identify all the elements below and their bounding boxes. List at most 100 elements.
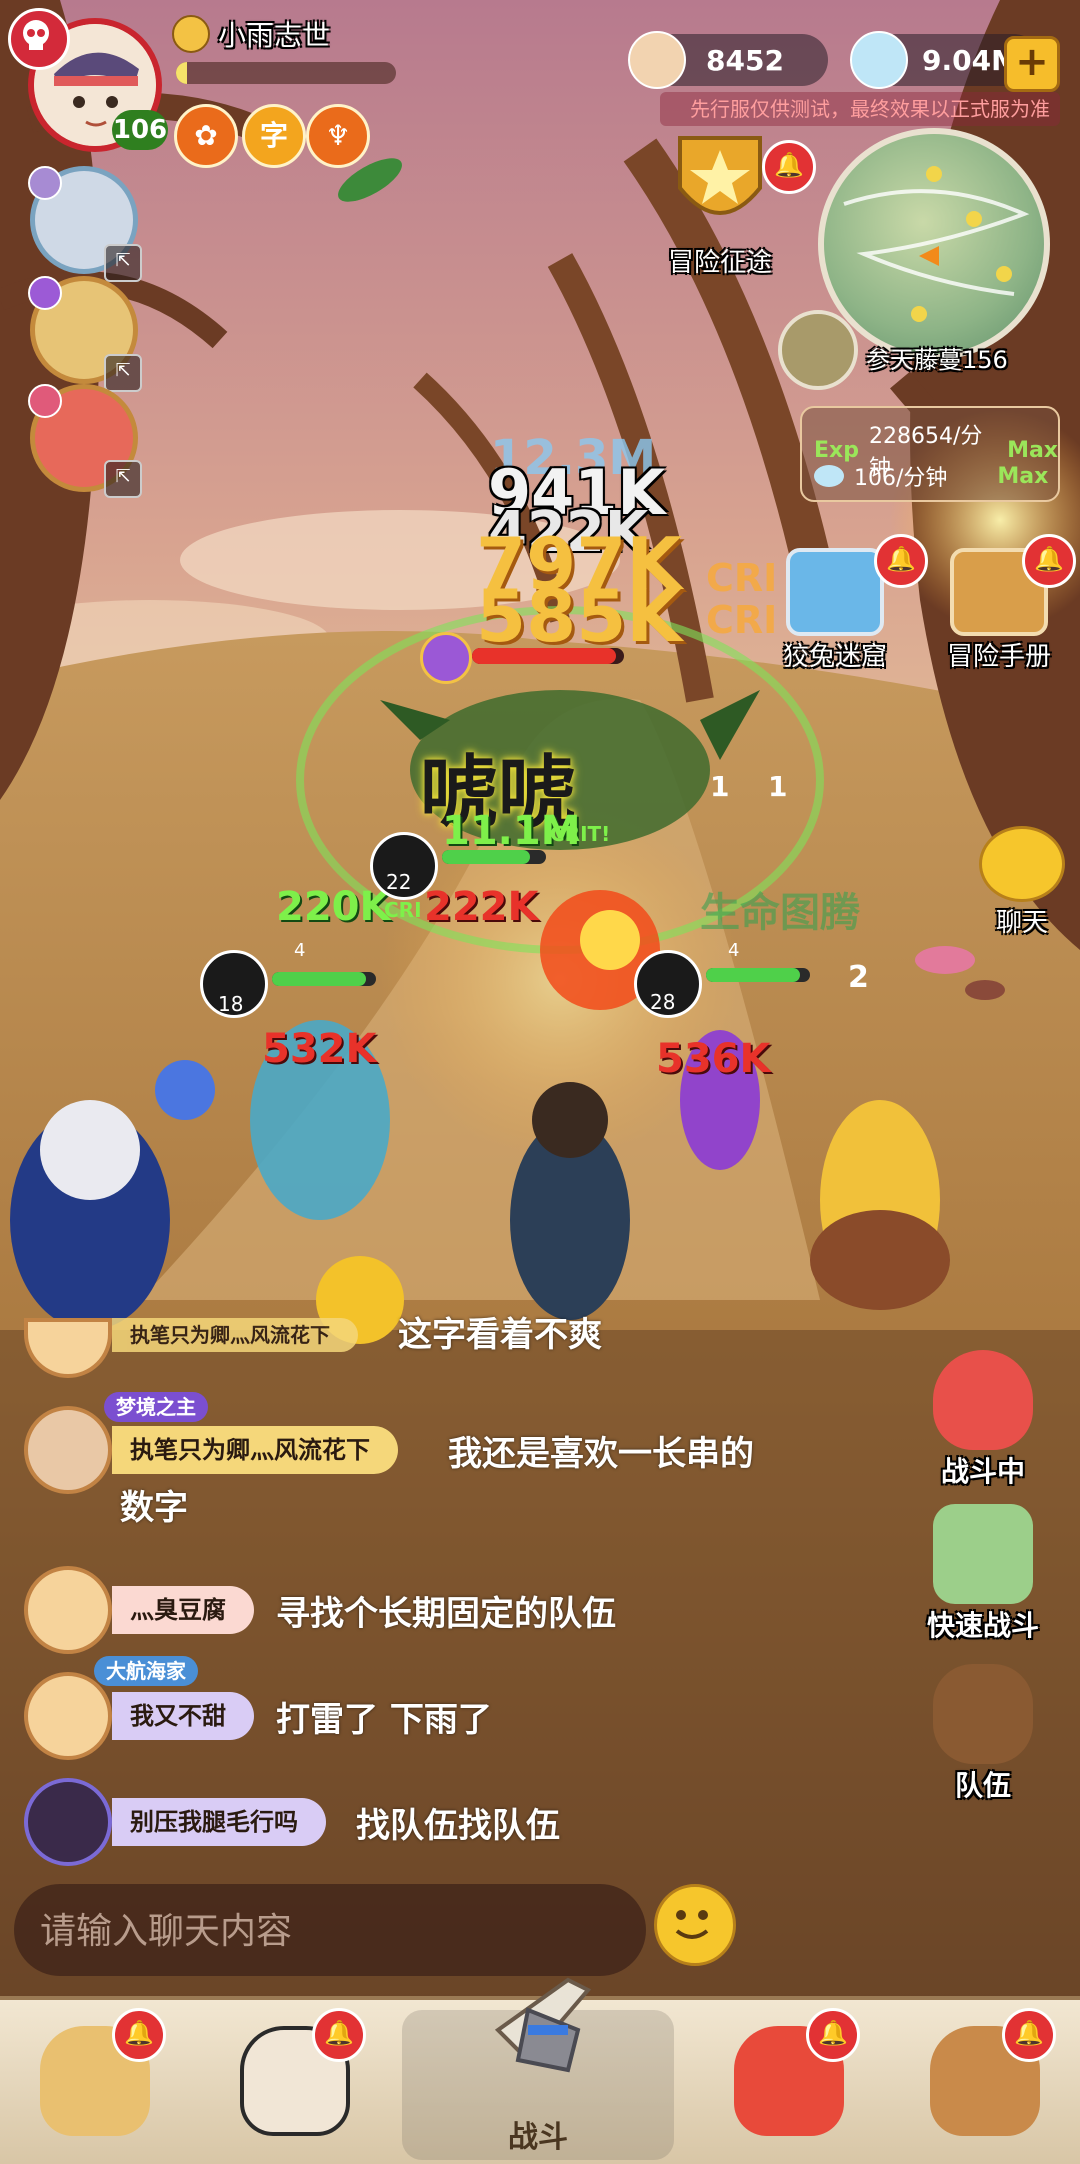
damage-number: 532K — [262, 1026, 377, 1072]
in-battle-button[interactable]: 战斗中 — [918, 1350, 1048, 1490]
chat-avatar[interactable] — [24, 1566, 112, 1654]
team-button[interactable]: 队伍 — [918, 1664, 1048, 1804]
gem-rate-icon — [814, 465, 844, 487]
nav-battle-label: 战斗 — [508, 2120, 568, 2155]
ally-hp-fill — [272, 972, 366, 986]
party-member-2-switch-icon[interactable]: ⇱ — [104, 354, 142, 392]
party-member-3-class-icon — [28, 384, 62, 418]
handbook-label: 冒险手册 — [946, 642, 1051, 672]
crit-tag: CRI — [706, 598, 778, 642]
idle-rate-panel: Exp 228654/分钟 Max 106/分钟 Max — [800, 406, 1060, 502]
player-xp-bar — [176, 62, 396, 84]
sword-shield-icon — [494, 1977, 592, 2073]
buff-coin-icon[interactable]: 字 — [242, 104, 306, 168]
buff-stack-count: 1 — [710, 770, 730, 803]
map-location-vine-icon — [778, 310, 858, 390]
party-member-3-switch-icon[interactable]: ⇱ — [104, 460, 142, 498]
chat-avatar[interactable] — [24, 1778, 112, 1866]
chat-message-text: 找队伍找队伍 — [356, 1805, 560, 1846]
boss-hp-fill — [472, 648, 617, 664]
shell-amount: 8452 — [706, 43, 784, 77]
minimap[interactable] — [818, 128, 1050, 360]
gem-rate: 106/分钟 — [854, 466, 948, 491]
buff-crest-icon[interactable]: ♆ — [306, 104, 370, 168]
maze-alert-bell-icon: 🔔 — [874, 534, 928, 588]
damage-number: 222K — [424, 884, 539, 930]
chat-avatar[interactable] — [24, 1318, 112, 1378]
chat-message-text: 打雷了 下雨了 — [276, 1699, 492, 1740]
ally-level: 18 — [218, 992, 244, 1016]
ally-hp-bar — [272, 972, 376, 986]
heal-number: 220K — [276, 884, 391, 930]
crit-tag: CRI — [384, 898, 422, 922]
pk-skull-icon[interactable] — [8, 8, 70, 70]
nav-alert-bell-icon: 🔔 — [1002, 2008, 1056, 2062]
nav-tab-2[interactable]: 🔔 — [220, 2008, 370, 2154]
nav-tab-4[interactable]: 🔔 — [714, 2008, 864, 2154]
map-location-label: 参天藤蔓156 — [866, 346, 1008, 374]
chat-input-container — [14, 1884, 646, 1978]
nav-alert-bell-icon: 🔔 — [112, 2008, 166, 2062]
trophy-shield-icon — [678, 136, 762, 215]
gem-icon — [850, 31, 908, 89]
chat-input[interactable] — [38, 1884, 622, 1978]
exp-label: Exp — [814, 437, 859, 463]
stone-golem-icon — [933, 1504, 1033, 1604]
chat-message: 我又不甜 打雷了 下雨了 — [24, 1672, 492, 1760]
crit-tag: CRI — [706, 556, 778, 600]
nav-tab-battle[interactable]: 战斗 — [402, 1977, 674, 2160]
chat-message-text: 我还是喜欢一长串的 — [448, 1433, 754, 1474]
party-member-2-class-icon — [28, 276, 62, 310]
chat-message: 别压我腿毛行吗 找队伍找队伍 — [24, 1778, 560, 1866]
buff-stack-count: 2 — [848, 960, 869, 995]
ally-level: 22 — [386, 870, 412, 894]
ally-level: 28 — [650, 990, 676, 1014]
red-monster-icon — [933, 1350, 1033, 1450]
buff-stack-count: 1 — [768, 770, 788, 803]
boss-hp-bar — [472, 648, 624, 664]
adventure-journey-alert-bell-icon: 🔔 — [762, 140, 816, 194]
chat-avatar[interactable] — [24, 1406, 112, 1494]
ally-hp-bar — [706, 968, 810, 982]
buff-stack-count: 4 — [294, 940, 306, 961]
maze-label: 狡兔迷窟 — [782, 642, 887, 672]
chat-button[interactable]: 聊天 — [972, 826, 1072, 939]
chat-message-text: 寻找个长期固定的队伍 — [276, 1593, 616, 1634]
party-member-1-class-icon — [28, 166, 62, 200]
bottom-navigation: 🔔 🔔 战斗 🔔 🔔 — [0, 1977, 1080, 2164]
player-name-row: 小雨志世 — [172, 14, 330, 54]
player-title-icon — [172, 15, 210, 53]
team-characters-icon — [933, 1664, 1033, 1764]
nav-tab-1[interactable]: 🔔 — [20, 2008, 170, 2154]
ally-hp-bar — [442, 850, 546, 864]
chat-sender-name[interactable]: 我又不甜 — [112, 1692, 254, 1740]
party-member-1-switch-icon[interactable]: ⇱ — [104, 244, 142, 282]
buff-flame-icon[interactable]: ✿ — [174, 104, 238, 168]
in-battle-label: 战斗中 — [940, 1455, 1025, 1488]
nav-tab-5[interactable]: 🔔 — [910, 2008, 1060, 2154]
chat-sender-name[interactable]: 灬臭豆腐 — [112, 1586, 254, 1634]
gem-max-tag: Max — [997, 463, 1049, 489]
chat-sender-name[interactable]: 执笔只为卿灬风流花下 — [112, 1426, 398, 1474]
shell-icon — [628, 31, 686, 89]
ally-hp-fill — [442, 850, 531, 864]
player-level-badge: 106 — [112, 110, 168, 150]
emoji-smiley-icon[interactable] — [654, 1884, 736, 1966]
test-server-notice: 先行服仅供测试，最终效果以正式服为准 — [660, 92, 1060, 126]
buff-stack-count: 4 — [728, 940, 740, 961]
chat-message-continuation: 数字 — [120, 1488, 188, 1528]
handbook-alert-bell-icon: 🔔 — [1022, 534, 1076, 588]
add-currency-button[interactable]: + — [1004, 36, 1060, 92]
chat-sender-name[interactable]: 执笔只为卿灬风流花下 — [112, 1318, 358, 1352]
nav-alert-bell-icon: 🔔 — [806, 2008, 860, 2062]
chat-sender-name[interactable]: 别压我腿毛行吗 — [112, 1798, 326, 1846]
chat-label: 聊天 — [995, 908, 1048, 938]
ally-hp-fill — [706, 968, 800, 982]
maze-crystal-icon — [786, 548, 884, 636]
boss-element-icon — [420, 632, 472, 684]
minimap-path-icon — [843, 166, 1030, 322]
chat-avatar[interactable] — [24, 1672, 112, 1760]
damage-number: 585K — [476, 574, 683, 658]
chat-bubble-icon — [979, 826, 1065, 902]
quick-battle-button[interactable]: 快速战斗 — [918, 1504, 1048, 1644]
